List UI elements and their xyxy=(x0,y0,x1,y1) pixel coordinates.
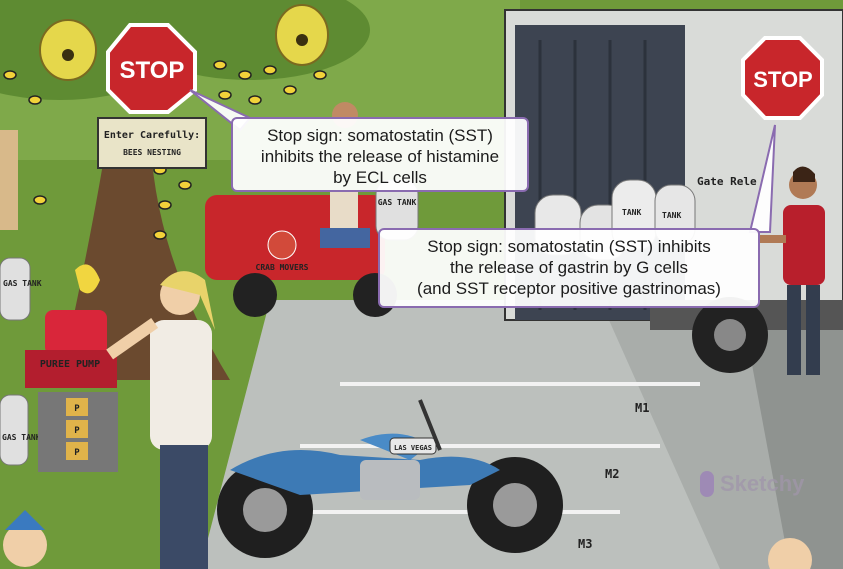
svg-text:PUREE PUMP: PUREE PUMP xyxy=(40,359,100,370)
callout-gastrin: Stop sign: somatostatin (SST) inhibits t… xyxy=(378,228,760,308)
svg-text:STOP: STOP xyxy=(753,67,813,92)
callout-line: (and SST receptor positive gastrinomas) xyxy=(417,279,721,298)
illustration-scene: TANK TANK Gate Rele STOP STOP Enter Care… xyxy=(0,0,843,569)
svg-text:GAS TANK: GAS TANK xyxy=(2,433,41,442)
beehive-icon xyxy=(275,4,329,66)
bees-nesting-sign: Enter Carefully: BEES NESTING xyxy=(97,117,207,169)
sketchy-watermark: Sketchy xyxy=(700,466,804,502)
svg-text:CRAB MOVERS: CRAB MOVERS xyxy=(256,263,309,272)
callout-line: inhibits the release of histamine xyxy=(260,147,500,166)
svg-text:LAS VEGAS: LAS VEGAS xyxy=(394,444,432,452)
callout-line: by ECL cells xyxy=(333,168,427,187)
parking-number: M1 xyxy=(635,401,649,415)
tank-label: TANK xyxy=(622,208,641,217)
watermark-text: Sketchy xyxy=(720,471,805,496)
parking-number: M3 xyxy=(578,537,592,551)
svg-text:Enter Carefully:: Enter Carefully: xyxy=(104,130,200,141)
tank-label: TANK xyxy=(662,211,681,220)
callout-histamine: Stop sign: somatostatin (SST) inhibits t… xyxy=(231,117,529,192)
svg-text:BEES NESTING: BEES NESTING xyxy=(123,148,181,157)
parking-number: M2 xyxy=(605,467,619,481)
svg-text:P: P xyxy=(74,404,80,414)
beehive-icon xyxy=(39,19,97,81)
svg-text:STOP: STOP xyxy=(120,57,185,84)
callout-line: the release of gastrin by G cells xyxy=(449,258,689,277)
svg-text:GAS TANK: GAS TANK xyxy=(3,279,42,288)
left-edge-person xyxy=(0,130,18,230)
sketchy-logo-icon xyxy=(700,471,714,497)
callout-line: Stop sign: somatostatin (SST) inhibits xyxy=(427,237,711,256)
svg-text:P: P xyxy=(74,426,80,436)
callout-line: Stop sign: somatostatin (SST) xyxy=(267,126,493,145)
stop-sign-left: STOP xyxy=(106,23,197,114)
svg-text:GAS TANK: GAS TANK xyxy=(378,198,417,207)
svg-text:P: P xyxy=(74,448,80,458)
stop-sign-right: STOP xyxy=(741,36,824,120)
truck-door-label: Gate Rele xyxy=(697,175,757,188)
